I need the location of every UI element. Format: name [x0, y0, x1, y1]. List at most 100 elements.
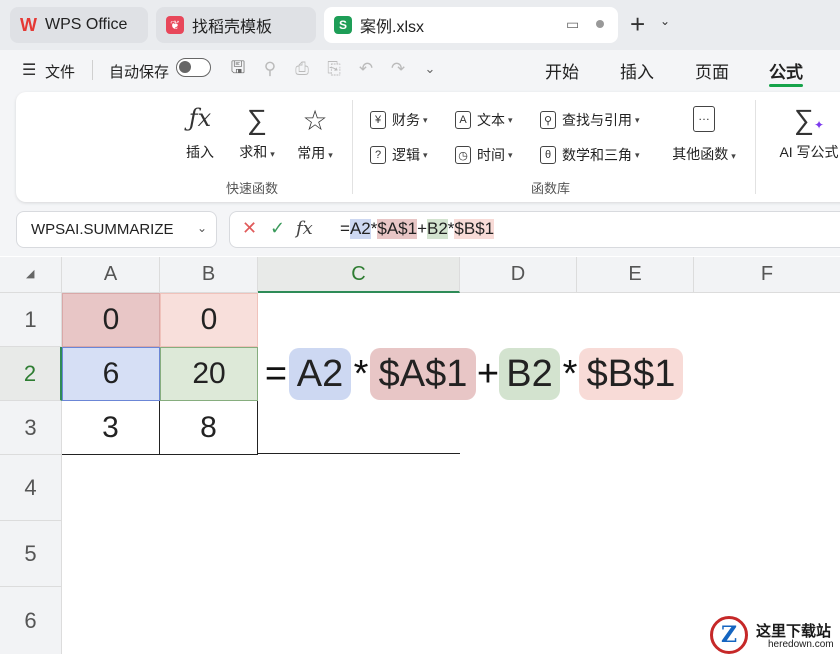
redo-icon[interactable]: ↷ — [387, 58, 409, 80]
formula-part: + — [417, 219, 427, 238]
money-bag-icon: ¥ — [370, 111, 386, 129]
autosum-button[interactable]: ∑ 求和 ▾ — [232, 104, 282, 162]
tab-label: 案例.xlsx — [360, 19, 425, 36]
row-header-6[interactable]: 6 — [0, 587, 62, 654]
column-header-b[interactable]: B — [160, 257, 258, 293]
tab-list-chevron-icon[interactable]: ⌄ — [660, 14, 670, 28]
overlay-ref-a2: A2 — [289, 348, 351, 400]
common-functions-button[interactable]: ☆ 常用 ▾ — [290, 104, 340, 163]
row-header-5[interactable]: 5 — [0, 521, 62, 587]
star-icon: ☆ — [302, 105, 328, 136]
new-tab-button[interactable]: + — [630, 10, 645, 38]
print-icon[interactable]: ⎙ — [291, 58, 313, 80]
column-header-d[interactable]: D — [460, 257, 577, 293]
cell-a1[interactable]: 0 — [62, 293, 160, 347]
unsaved-dot-icon — [596, 20, 604, 28]
math-trig-functions-button[interactable]: θ 数学和三角 ▾ — [540, 145, 640, 165]
hamburger-icon[interactable]: ☰ — [22, 60, 36, 80]
column-header-e[interactable]: E — [577, 257, 694, 293]
question-icon: ? — [370, 146, 386, 164]
overlay-equals: = — [264, 352, 288, 395]
wps-logo-icon: W — [20, 14, 37, 35]
row-header-1[interactable]: 1 — [0, 293, 62, 347]
row-header-4[interactable]: 4 — [0, 455, 62, 521]
docer-icon: ❦ — [166, 16, 184, 34]
financial-functions-button[interactable]: ¥ 财务 ▾ — [370, 110, 428, 130]
autosave-label: 自动保存 — [109, 64, 170, 81]
column-header-f[interactable]: F — [694, 257, 840, 293]
fx-icon: ƒx — [188, 104, 212, 132]
watermark-logo: Z 这里下载站 heredown.com — [708, 614, 840, 654]
formula-input[interactable]: ✕ ✓ fx = A2 * $A$1 + B2 * $B$1 — [229, 211, 840, 248]
overlay-plus: + — [476, 352, 500, 395]
ribbon-tab-formulas[interactable]: 公式 — [769, 58, 803, 83]
ribbon-tab-page[interactable]: 页面 — [695, 58, 729, 83]
share-icon[interactable]: ⚲ — [259, 58, 281, 80]
formula-ref-b2: B2 — [427, 219, 448, 239]
toolbar-divider — [92, 60, 93, 80]
formula-text: = A2 * $A$1 + B2 * $B$1 — [340, 219, 495, 239]
more-chevron-icon[interactable]: ⌄ — [419, 58, 441, 80]
name-box[interactable]: WPSAI.SUMMARIZE ⌄ — [16, 211, 217, 248]
tab-case-xlsx[interactable]: S 案例.xlsx ▭ — [324, 7, 618, 43]
insert-function-button[interactable]: ƒx 插入 — [178, 104, 222, 162]
ai-sigma-icon: ∑✦ — [793, 104, 825, 135]
watermark-sub: heredown.com — [768, 639, 834, 650]
datetime-functions-button[interactable]: ◷ 时间 ▾ — [455, 145, 513, 165]
function-library-group-label: 函数库 — [531, 181, 571, 196]
active-tab-indicator — [769, 84, 803, 87]
cell-a3[interactable]: 3 — [62, 401, 160, 455]
ribbon-tab-home[interactable]: 开始 — [545, 58, 579, 83]
ribbon-tab-insert[interactable]: 插入 — [620, 58, 654, 83]
cell-b3[interactable]: 8 — [160, 401, 258, 455]
row-header-2[interactable]: 2 — [0, 347, 62, 401]
tab-label: WPS Office — [45, 16, 128, 33]
file-menu[interactable]: 文件 — [45, 61, 75, 82]
save-icon[interactable]: 🖫 — [227, 58, 249, 80]
cell-b1[interactable]: 0 — [160, 293, 258, 347]
formula-ref-b1: $B$1 — [454, 219, 495, 239]
text-a-icon: A — [455, 111, 471, 129]
formula-part: * — [447, 219, 455, 238]
name-box-value: WPSAI.SUMMARIZE — [31, 221, 174, 238]
overlay-ref-b2: B2 — [499, 348, 560, 400]
overlay-multiply: * — [562, 352, 578, 395]
ribbon-separator — [755, 100, 756, 194]
logical-functions-button[interactable]: ? 逻辑 ▾ — [370, 145, 428, 165]
autosave-toggle[interactable] — [176, 58, 211, 77]
print-preview-icon[interactable]: ⎘ — [323, 58, 345, 80]
ribbon-separator — [352, 100, 353, 194]
overlay-multiply: * — [353, 352, 369, 395]
overlay-ref-a1: $A$1 — [370, 348, 476, 400]
column-header-a[interactable]: A — [62, 257, 160, 293]
formula-ref-a1: $A$1 — [377, 219, 418, 239]
tab-wps-office[interactable]: W WPS Office — [10, 7, 148, 43]
lookup-icon: ⚲ — [540, 111, 556, 129]
cell-b2[interactable]: 20 — [160, 347, 258, 401]
confirm-check-icon[interactable]: ✓ — [270, 218, 285, 239]
watermark-text: 这里下载站 — [756, 622, 832, 640]
formula-part: * — [370, 219, 378, 238]
other-functions-button[interactable]: … 其他函数 ▾ — [666, 106, 742, 164]
ai-write-formula-button[interactable]: ∑✦ AI 写公式 — [774, 104, 840, 162]
text-functions-button[interactable]: A 文本 ▾ — [455, 110, 513, 130]
column-header-c[interactable]: C — [258, 257, 460, 293]
cell-a2[interactable]: 6 — [62, 347, 160, 401]
tab-label: 找稻壳模板 — [192, 19, 273, 36]
undo-icon[interactable]: ↶ — [355, 58, 377, 80]
select-all-corner[interactable]: ◢ — [0, 257, 62, 293]
row-header-3[interactable]: 3 — [0, 401, 62, 455]
fx-icon[interactable]: fx — [296, 218, 313, 239]
more-functions-icon: … — [693, 106, 715, 132]
monitor-icon[interactable]: ▭ — [566, 16, 579, 33]
lookup-functions-button[interactable]: ⚲ 查找与引用 ▾ — [540, 110, 640, 130]
tab-docer-templates[interactable]: ❦ 找稻壳模板 — [156, 7, 316, 43]
formula-part: = — [340, 219, 350, 238]
sigma-icon: ∑ — [247, 104, 267, 135]
corner-triangle-icon: ◢ — [26, 268, 35, 280]
chevron-down-icon[interactable]: ⌄ — [197, 221, 207, 235]
cancel-icon[interactable]: ✕ — [242, 218, 257, 239]
clock-icon: ◷ — [455, 146, 471, 164]
cell-border-line — [258, 453, 460, 454]
quick-functions-group-label: 快速函数 — [226, 181, 279, 196]
